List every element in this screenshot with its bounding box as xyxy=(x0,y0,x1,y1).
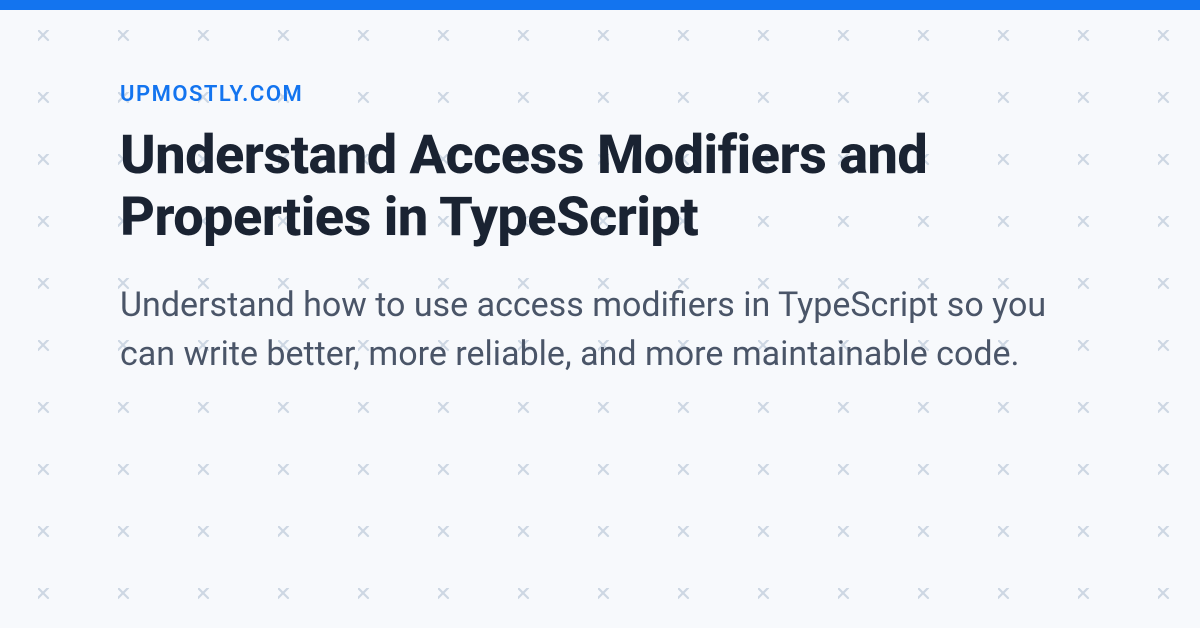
page-description: Understand how to use access modifiers i… xyxy=(120,281,1080,380)
page-title: Understand Access Modifiers and Properti… xyxy=(120,125,1080,249)
site-name: UPMOSTLY.COM xyxy=(120,82,1080,107)
accent-top-bar xyxy=(0,0,1200,10)
content-container: UPMOSTLY.COM Understand Access Modifiers… xyxy=(0,10,1200,380)
